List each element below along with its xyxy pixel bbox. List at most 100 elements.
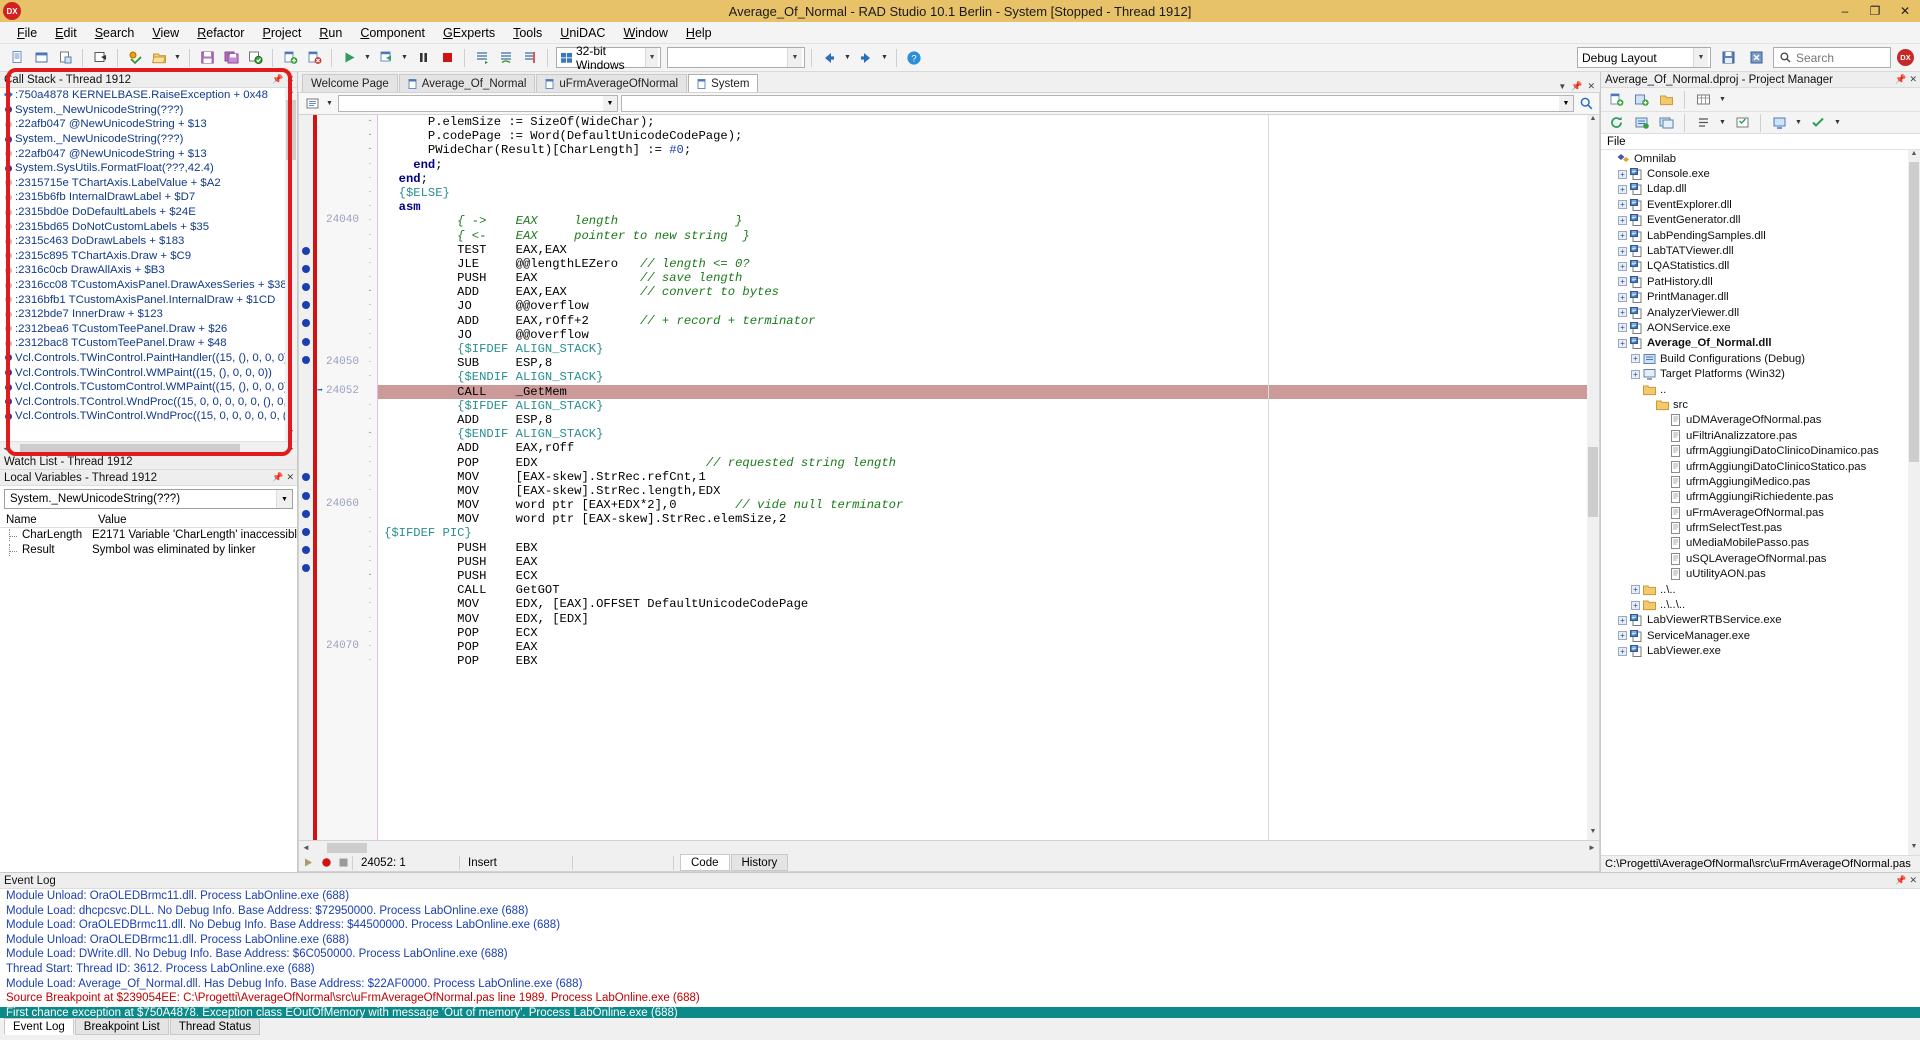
call-stack-row[interactable]: Vcl.Controls.TControl.WndProc((15, 0, 0,… xyxy=(0,394,285,409)
expand-collapse-icon[interactable]: + xyxy=(1618,215,1627,225)
expand-collapse-icon[interactable]: + xyxy=(1631,369,1640,379)
project-grid-dropdown-icon[interactable]: ▼ xyxy=(1717,89,1728,111)
scroll-track[interactable] xyxy=(1588,127,1598,828)
call-stack-row[interactable]: Vcl.Controls.TCustomControl.WMPaint((15,… xyxy=(0,380,285,395)
project-tree-item[interactable]: + Ldap.dll xyxy=(1601,182,1908,197)
breakpoint-slot[interactable] xyxy=(299,664,313,678)
scroll-thumb[interactable] xyxy=(20,443,240,453)
breakpoint-slot[interactable] xyxy=(299,455,313,469)
project-tree-item[interactable]: + LabTATViewer.dll xyxy=(1601,243,1908,258)
breakpoint-marker-icon[interactable] xyxy=(299,473,313,487)
pin-icon[interactable]: 📌 xyxy=(1895,876,1906,885)
pin-icon[interactable]: 📌 xyxy=(1571,81,1582,92)
save-all-button[interactable] xyxy=(220,47,242,69)
pin-icon[interactable]: 📌 xyxy=(1895,75,1906,84)
code-line[interactable]: PUSH EBX xyxy=(378,541,1587,555)
menu-unidac[interactable]: UniDAC xyxy=(551,24,614,42)
call-stack-hscrollbar[interactable]: ◄ ► xyxy=(0,441,297,454)
project-tree-item[interactable]: + LabViewer.exe xyxy=(1601,644,1908,659)
code-line[interactable]: SUB ESP,8 xyxy=(378,356,1587,370)
menu-view[interactable]: View xyxy=(143,24,188,42)
minimize-button[interactable]: – xyxy=(1830,0,1860,22)
delete-layout-button[interactable] xyxy=(1745,47,1767,69)
project-grid-icon[interactable] xyxy=(1692,89,1714,111)
code-line[interactable]: MOV [EAX-skew].StrRec.refCnt,1 xyxy=(378,470,1587,484)
call-stack-row[interactable]: Vcl.Controls.TWinControl.WMPaint((15, ()… xyxy=(0,365,285,380)
add-to-project-icon[interactable] xyxy=(1630,89,1652,111)
expand-collapse-icon[interactable]: + xyxy=(1618,323,1627,333)
breakpoint-slot[interactable] xyxy=(299,129,313,143)
code-line[interactable]: end; xyxy=(378,158,1587,172)
bottom-tab-event-log[interactable]: Event Log xyxy=(4,1018,74,1035)
watch-list-header[interactable]: Watch List - Thread 1912 xyxy=(0,454,297,470)
breakpoint-slot[interactable] xyxy=(299,384,313,398)
code-line[interactable]: {$IFDEF ALIGN_STACK} xyxy=(378,399,1587,413)
code-line[interactable]: POP EDX // requested string length xyxy=(378,456,1587,470)
editor-tab-system[interactable]: System xyxy=(688,74,759,92)
code-line[interactable]: { -> EAX length } xyxy=(378,214,1587,228)
code-line[interactable]: TEST EAX,EAX xyxy=(378,243,1587,257)
breakpoint-slot[interactable] xyxy=(299,186,313,200)
project-tree-item[interactable]: + ..\..\.. xyxy=(1601,597,1908,612)
code-browser-dropdown-icon[interactable]: ▼ xyxy=(324,93,335,115)
close-icon[interactable]: ✕ xyxy=(1909,876,1917,885)
code-line[interactable]: JLE @@lengthLEZero // length <= 0? xyxy=(378,257,1587,271)
scroll-down-icon[interactable]: ▼ xyxy=(1590,828,1597,840)
scroll-right-icon[interactable]: ► xyxy=(285,444,297,453)
new-project-icon[interactable] xyxy=(1605,89,1627,111)
open-folder-icon[interactable] xyxy=(1655,89,1677,111)
breakpoint-marker-icon[interactable] xyxy=(299,319,313,333)
breakpoint-slot[interactable] xyxy=(299,427,313,441)
project-tree-item[interactable]: uFrmAverageOfNormal.pas xyxy=(1601,505,1908,520)
event-log-entry[interactable]: Module Load: Average_Of_Normal.dll. Has … xyxy=(0,978,1920,993)
breakpoint-slot[interactable] xyxy=(299,370,313,384)
breakpoint-marker-icon[interactable] xyxy=(299,337,313,352)
build-config-combo[interactable]: ▼ xyxy=(667,47,805,68)
expand-collapse-icon[interactable]: + xyxy=(1618,277,1627,287)
chevron-down-icon[interactable]: ▼ xyxy=(603,96,617,111)
code-browser-icon[interactable] xyxy=(303,95,321,113)
check-dropdown-icon[interactable]: ▼ xyxy=(1832,112,1843,134)
call-stack-row[interactable]: :2312bea6 TCustomTeePanel.Draw + $26 xyxy=(0,322,285,337)
breakpoint-slot[interactable] xyxy=(299,706,313,720)
project-tree-item[interactable]: + LQAStatistics.dll xyxy=(1601,259,1908,274)
event-log-entry[interactable]: First chance exception at $750A4878. Exc… xyxy=(0,1006,1920,1018)
close-icon[interactable]: ✕ xyxy=(286,75,294,84)
sort-list-icon[interactable] xyxy=(1692,112,1714,134)
pin-icon[interactable]: 📌 xyxy=(272,473,283,482)
code-line[interactable]: {$ELSE} xyxy=(378,186,1587,200)
forward-dropdown-icon[interactable]: ▼ xyxy=(879,47,890,69)
call-stack-row[interactable]: :2315bd65 DoNotCustomLabels + $35 xyxy=(0,219,285,234)
forward-navigate-button[interactable] xyxy=(855,47,877,69)
project-tree-item[interactable]: + LabPendingSamples.dll xyxy=(1601,228,1908,243)
build-icon[interactable] xyxy=(1630,112,1652,134)
stop-button[interactable] xyxy=(436,47,458,69)
scroll-track[interactable] xyxy=(12,442,285,454)
breakpoint-marker-icon[interactable] xyxy=(299,527,313,542)
open-project-button[interactable] xyxy=(124,47,146,69)
member-combo[interactable]: ▼ xyxy=(621,95,1574,112)
menu-search[interactable]: Search xyxy=(86,24,144,42)
breakpoint-marker-icon[interactable] xyxy=(299,301,313,315)
project-tree-item[interactable]: + Target Platforms (Win32) xyxy=(1601,366,1908,381)
breakpoint-slot[interactable] xyxy=(299,143,313,157)
breakpoint-slot[interactable] xyxy=(299,398,313,412)
editor-tab-ufrmaverageofnormal[interactable]: uFrmAverageOfNormal xyxy=(536,74,688,92)
code-line[interactable]: {$ENDIF ALIGN_STACK} xyxy=(378,370,1587,384)
view-unit-button[interactable] xyxy=(89,47,111,69)
breakpoint-slot[interactable] xyxy=(299,621,313,635)
call-stack-row[interactable]: System.SysUtils.FormatFloat(???,42.4) xyxy=(0,161,285,176)
local-variable-row[interactable]: CharLength E2171 Variable 'CharLength' in… xyxy=(0,528,297,543)
expand-collapse-icon[interactable]: + xyxy=(1618,308,1627,318)
remove-file-button[interactable] xyxy=(303,47,325,69)
code-line[interactable]: {$IFDEF PIC} xyxy=(378,526,1587,540)
new-form-button[interactable] xyxy=(30,47,52,69)
pause-button[interactable] xyxy=(412,47,434,69)
event-log-entry[interactable]: Module Load: OraOLEDBrmc11.dll. No Debug… xyxy=(0,919,1920,934)
scroll-track[interactable] xyxy=(286,100,296,429)
scroll-up-icon[interactable]: ▲ xyxy=(1590,115,1597,127)
current-execution-line[interactable]: CALL _GetMem xyxy=(378,384,1587,399)
event-log-entries[interactable]: Module Unload: OraOLEDBrmc11.dll. Proces… xyxy=(0,889,1920,1018)
menu-gexperts[interactable]: GExperts xyxy=(434,24,504,42)
code-line[interactable]: POP ECX xyxy=(378,626,1587,640)
